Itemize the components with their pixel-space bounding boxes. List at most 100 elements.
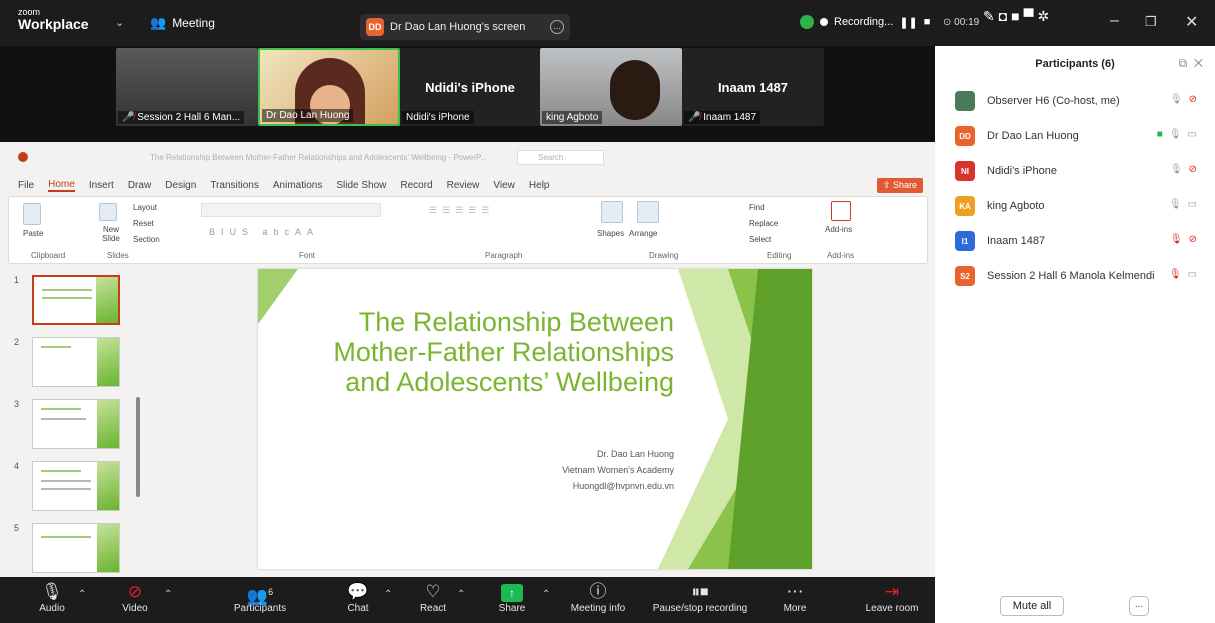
slide-thumbnail[interactable]	[32, 399, 120, 449]
more-options-icon[interactable]: …	[550, 20, 564, 34]
thumbnail-scrollbar[interactable]	[136, 397, 140, 497]
menu-file[interactable]: File	[18, 180, 34, 191]
menu-design[interactable]: Design	[165, 180, 196, 191]
mic-icon[interactable]: 🎙	[1169, 199, 1182, 210]
video-button[interactable]: ⊘ Video	[95, 581, 175, 614]
shared-powerpoint: The Relationship Between Mother-Father R…	[0, 142, 935, 577]
participant-row[interactable]: I1 Inaam 1487 🎙 ⊘	[955, 228, 1205, 254]
close-panel-icon[interactable]: ✕	[1194, 56, 1203, 70]
audio-caret-icon[interactable]: ⌃	[78, 589, 86, 600]
video-off-icon[interactable]: ⊘	[1189, 164, 1197, 175]
close-icon[interactable]: ✕	[1185, 12, 1198, 32]
chevron-down-icon[interactable]: ⌄	[115, 16, 124, 29]
ppt-search-box[interactable]: Search	[516, 149, 605, 165]
video-icon[interactable]: ▭	[1188, 129, 1197, 140]
video-tile-active-speaker[interactable]: Dr Dao Lan Huong	[258, 48, 400, 126]
font-name-select[interactable]	[201, 203, 381, 217]
pause-icon[interactable]: ❚❚	[899, 16, 917, 29]
screen-share-indicator[interactable]: DD Dr Dao Lan Huong's screen …	[360, 14, 570, 40]
presenter-avatar: DD	[366, 18, 384, 36]
current-slide[interactable]: The Relationship Between Mother-Father R…	[258, 269, 812, 569]
menu-slide-show[interactable]: Slide Show	[336, 180, 386, 191]
info-icon: ⓘ	[589, 582, 607, 601]
menu-record[interactable]: Record	[400, 180, 432, 191]
participant-row[interactable]: NI Ndidi's iPhone 🎙 ⊘	[955, 158, 1205, 184]
avatar: NI	[955, 161, 975, 181]
video-caret-icon[interactable]: ⌃	[164, 589, 172, 600]
participant-row[interactable]: DD Dr Dao Lan Huong ■ 🎙 ▭	[955, 123, 1205, 149]
reset-button[interactable]: Reset	[133, 219, 154, 228]
mic-off-icon[interactable]: 🎙	[1170, 234, 1183, 245]
participant-row[interactable]: KA king Agboto 🎙 ▭	[955, 193, 1205, 219]
avatar	[955, 91, 975, 111]
participant-row[interactable]: S2 Session 2 Hall 6 Manola Kelmendi 🎙 ▭	[955, 263, 1205, 289]
slide-thumbnail[interactable]	[32, 275, 120, 325]
video-off-icon[interactable]: ⊘	[1189, 234, 1197, 245]
slide-thumbnail[interactable]	[32, 461, 120, 511]
select-button[interactable]: Select	[749, 235, 771, 244]
addins-icon[interactable]	[831, 201, 851, 221]
popout-icon[interactable]: ⧉	[1179, 56, 1188, 70]
mic-icon[interactable]: 🎙	[1170, 94, 1183, 105]
avatar: DD	[955, 126, 975, 146]
stop-icon[interactable]: ■	[924, 16, 931, 28]
menu-insert[interactable]: Insert	[89, 180, 114, 191]
tool-icons[interactable]: ✎◘■▀✲	[983, 8, 1053, 25]
react-caret-icon[interactable]: ⌃	[457, 589, 465, 600]
share-button[interactable]: ↑ Share	[472, 581, 552, 614]
share-caret-icon[interactable]: ⌃	[542, 589, 550, 600]
video-tile[interactable]: Ndidi's iPhone Ndidi's iPhone	[400, 48, 540, 126]
video-off-icon[interactable]: ⊘	[1189, 94, 1197, 105]
recording-status[interactable]: Recording... ❚❚ ■	[800, 15, 930, 29]
menu-home[interactable]: Home	[48, 179, 75, 192]
ppt-share-button[interactable]: ⇪ Share	[876, 178, 923, 193]
slide-thumbnail[interactable]	[32, 337, 120, 387]
record-dot-icon	[820, 18, 828, 26]
chat-caret-icon[interactable]: ⌃	[384, 589, 392, 600]
font-format-icons[interactable]: BIUS abcAA	[209, 227, 319, 237]
ppt-ribbon: Paste New Slide Layout Reset Section BIU…	[8, 196, 928, 264]
timer: ⊙ 00:19	[943, 17, 980, 28]
leave-room-button[interactable]: ⇥ Leave room	[852, 581, 932, 614]
menu-view[interactable]: View	[493, 180, 515, 191]
mic-icon[interactable]: 🎙	[1170, 164, 1183, 175]
shapes-icon[interactable]	[601, 201, 623, 223]
ppt-title-bar: The Relationship Between Mother-Father R…	[0, 142, 935, 172]
participants-button[interactable]: 👥6 Participants	[220, 581, 300, 614]
video-icon[interactable]: ▭	[1188, 199, 1197, 210]
video-tile[interactable]: king Agboto	[540, 48, 682, 126]
minimize-icon[interactable]: –	[1110, 12, 1119, 30]
meeting-menu[interactable]: 👥 Meeting	[150, 15, 215, 31]
slide-thumbnail[interactable]	[32, 523, 120, 573]
menu-review[interactable]: Review	[447, 180, 480, 191]
video-tile[interactable]: Inaam 1487 🎤̸ Inaam 1487	[682, 48, 824, 126]
meeting-info-button[interactable]: ⓘ Meeting info	[558, 581, 638, 614]
find-button[interactable]: Find	[749, 203, 765, 212]
video-icon[interactable]: ▭	[1188, 269, 1197, 280]
layout-button[interactable]: Layout	[133, 203, 157, 212]
slide-title: The Relationship Between Mother-Father R…	[333, 307, 674, 397]
slide-org: Vietnam Women's Academy	[562, 465, 674, 475]
participant-row[interactable]: Observer H6 (Co-host, me) 🎙 ⊘	[955, 88, 1205, 114]
panel-more-button[interactable]: ...	[1129, 596, 1149, 616]
participants-icon: 👥6	[246, 586, 274, 606]
more-button[interactable]: ⋯ More	[755, 581, 835, 614]
video-tile[interactable]: 🎤̸ Session 2 Hall 6 Man...	[116, 48, 258, 126]
menu-transitions[interactable]: Transitions	[210, 180, 259, 191]
restore-icon[interactable]: ❐	[1145, 14, 1157, 30]
pause-stop-recording-button[interactable]: ⏸⏹ Pause/stop recording	[645, 581, 755, 614]
mic-icon[interactable]: 🎙	[1169, 129, 1182, 140]
mic-off-icon[interactable]: 🎙	[1169, 269, 1182, 280]
replace-button[interactable]: Replace	[749, 219, 778, 228]
section-button[interactable]: Section	[133, 235, 160, 244]
mic-off-icon: 🎤̸	[688, 112, 704, 123]
paragraph-icons[interactable]: ☰☰☰☰☰	[429, 205, 494, 216]
menu-help[interactable]: Help	[529, 180, 550, 191]
new-slide-icon[interactable]	[99, 203, 117, 221]
mute-all-button[interactable]: Mute all	[1000, 596, 1064, 616]
slide-email: Huongdl@hvpnvn.edu.vn	[572, 481, 674, 491]
menu-draw[interactable]: Draw	[128, 180, 151, 191]
paste-icon[interactable]	[23, 203, 41, 225]
arrange-icon[interactable]	[637, 201, 659, 223]
menu-animations[interactable]: Animations	[273, 180, 322, 191]
